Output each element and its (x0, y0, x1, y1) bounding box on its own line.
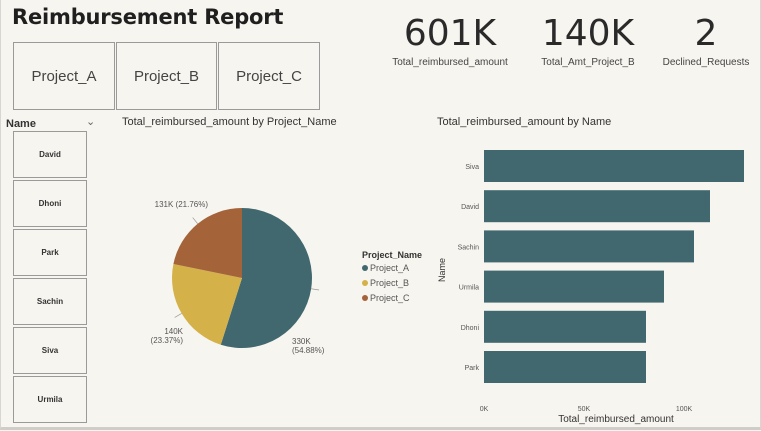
slicer-header: Name (6, 118, 36, 130)
pie-leader-line (192, 217, 198, 225)
bar-siva (484, 150, 744, 182)
pie-data-label-percent: (54.88%) (292, 346, 325, 355)
legend-marker (362, 265, 368, 271)
pie-chart-title: Total_reimbursed_amount by Project_Name (122, 116, 337, 128)
y-axis-label: Name (437, 258, 447, 282)
bar-park (484, 351, 646, 383)
bar-chart: Siva David Sachin Urmila Dhoni Park 0K 50K 100KT… (437, 150, 744, 425)
y-tick-label: Urmila (459, 285, 479, 292)
slicer-item-david[interactable]: David (13, 131, 87, 178)
project-c-button[interactable]: Project_C (218, 42, 320, 110)
pie-leader-line (311, 288, 320, 291)
project-a-button[interactable]: Project_A (13, 42, 115, 110)
y-tick-label: Sachin (458, 244, 480, 251)
y-tick-label: Siva (465, 164, 479, 171)
slicer-item-sachin[interactable]: Sachin (13, 278, 87, 325)
kpi-total-reimbursed: 601K Total_reimbursed_amount (380, 13, 520, 69)
kpi-label: Total_reimbursed_amount (392, 57, 508, 68)
slicer-item-dhoni[interactable]: Dhoni (13, 180, 87, 227)
kpi-declined-requests: 2 Declined_Requests (656, 13, 756, 69)
page-title: Reimbursement Report (12, 5, 284, 29)
x-tick-label: 50K (578, 406, 591, 413)
bar-david (484, 190, 710, 223)
legend-label-project-c: Project_C (370, 293, 410, 303)
pie-chart: 330K(54.88%) 140K(23.37%) 131K (21.76%) Pro… (151, 200, 423, 355)
project-b-button[interactable]: Project_B (116, 42, 217, 110)
legend-marker (362, 295, 368, 301)
pie-data-label-value: 330K (292, 337, 311, 346)
y-tick-label: Dhoni (461, 325, 480, 332)
slicer-item-siva[interactable]: Siva (13, 327, 87, 374)
pie-legend-title: Project_Name (362, 250, 422, 260)
bar-sachin (484, 230, 694, 263)
legend-label-project-b: Project_B (370, 278, 409, 288)
pie-data-label: 131K (21.76%) (155, 200, 209, 209)
legend-label-project-a: Project_A (370, 263, 409, 273)
kpi-value: 2 (694, 13, 718, 54)
bar-dhoni (484, 310, 646, 343)
pie-data-label-value: 140K (164, 327, 183, 336)
kpi-value: 601K (403, 13, 497, 54)
x-tick-label: 100K (676, 406, 693, 413)
kpi-total-project-b: 140K Total_Amt_Project_B (528, 13, 648, 69)
y-tick-label: David (461, 204, 479, 211)
x-tick-label: 0K (480, 406, 489, 413)
y-tick-label: Park (465, 365, 480, 372)
slicer-item-park[interactable]: Park (13, 229, 87, 276)
bar-chart-title: Total_reimbursed_amount by Name (437, 116, 612, 128)
slicer-item-urmila[interactable]: Urmila (13, 376, 87, 423)
kpi-label: Total_Amt_Project_B (541, 57, 635, 68)
legend-marker (362, 280, 368, 286)
bar-urmila (484, 270, 664, 303)
pie-data-label-percent: (23.37%) (151, 336, 184, 345)
chevron-down-icon[interactable]: ⌄ (86, 115, 95, 128)
pie-leader-line (174, 313, 182, 318)
kpi-value: 140K (541, 13, 635, 54)
kpi-label: Declined_Requests (662, 57, 750, 68)
x-axis-label: Total_reimbursed_amount (558, 414, 674, 425)
